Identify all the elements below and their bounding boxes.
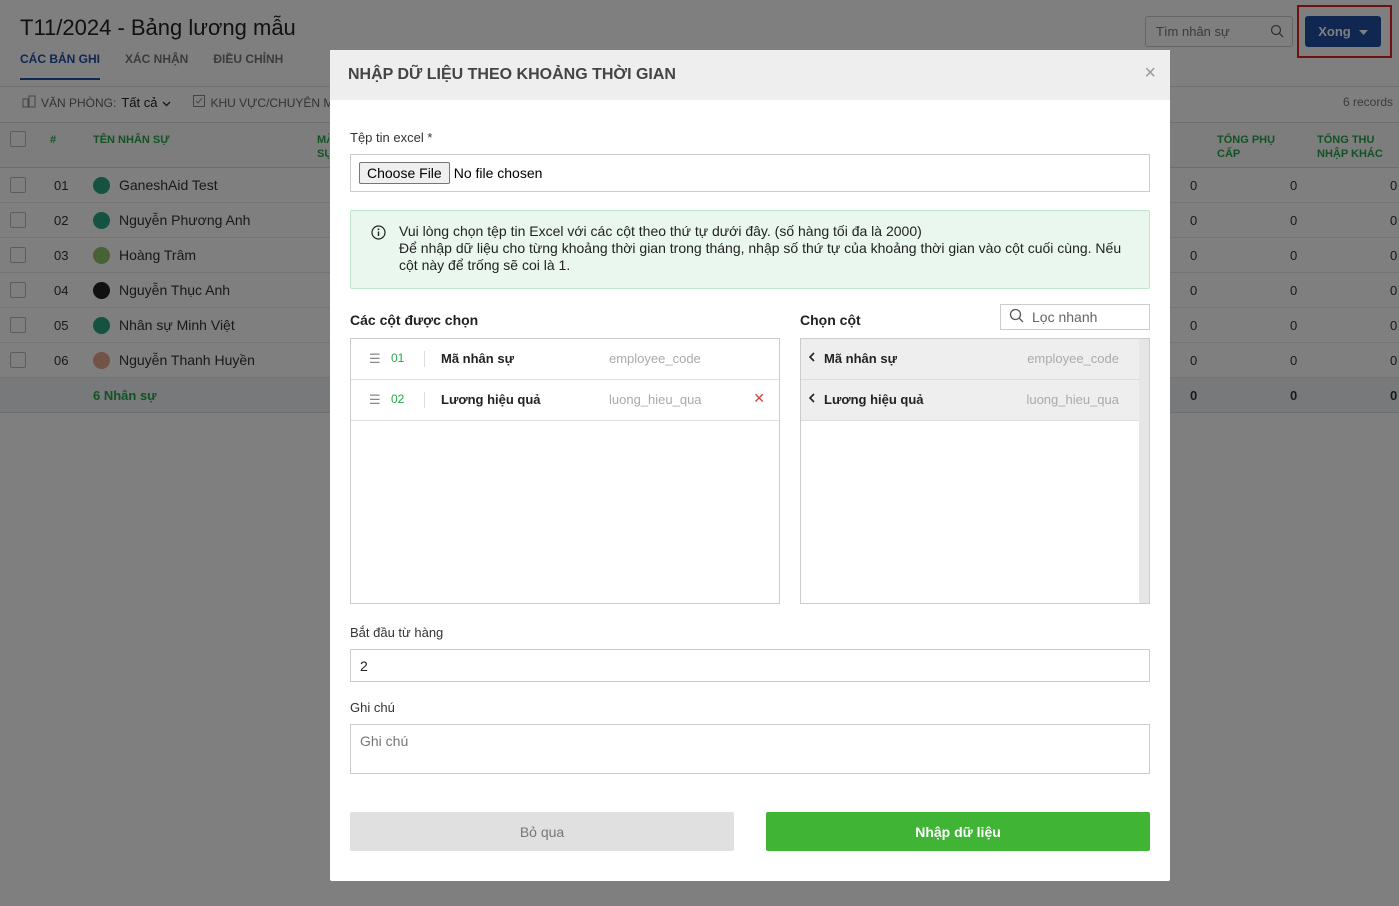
column-code: employee_code: [609, 351, 701, 366]
file-status: No file chosen: [453, 165, 543, 181]
list-item[interactable]: ☰ 01 Mã nhân sự employee_code: [351, 339, 779, 380]
file-input[interactable]: Choose File No file chosen: [350, 154, 1150, 192]
note-label: Ghi chú: [350, 700, 395, 715]
selected-columns-list: ☰ 01 Mã nhân sự employee_code ☰ 02 Lương…: [350, 338, 780, 604]
column-code: luong_hieu_qua: [609, 392, 702, 407]
list-item[interactable]: ☰ 02 Lương hiệu quả luong_hieu_qua ✕: [351, 380, 779, 421]
info-text-line1: Vui lòng chọn tệp tin Excel với các cột …: [399, 223, 922, 239]
column-index: 02: [391, 392, 405, 406]
list-item[interactable]: Lương hiệu quả luong_hieu_qua: [801, 380, 1139, 421]
column-code: luong_hieu_qua: [1026, 392, 1119, 407]
column-name: Mã nhân sự: [824, 351, 897, 366]
column-code: employee_code: [1027, 351, 1119, 366]
quick-filter-placeholder: Lọc nhanh: [1032, 309, 1098, 325]
column-index: 01: [391, 351, 405, 365]
choose-file-button[interactable]: Choose File: [359, 162, 450, 184]
import-button[interactable]: Nhập dữ liệu: [766, 812, 1150, 851]
divider: [424, 392, 425, 408]
scrollbar[interactable]: [1139, 339, 1149, 603]
list-item[interactable]: Mã nhân sự employee_code: [801, 339, 1139, 380]
selected-columns-title: Các cột được chọn: [350, 312, 479, 328]
quick-filter-field[interactable]: Lọc nhanh: [1000, 304, 1150, 330]
search-icon: [1009, 308, 1024, 326]
dialog-header: NHẬP DỮ LIỆU THEO KHOẢNG THỜI GIAN ×: [330, 50, 1170, 100]
import-dialog: NHẬP DỮ LIỆU THEO KHOẢNG THỜI GIAN × Tệp…: [330, 50, 1170, 881]
drag-handle-icon[interactable]: ☰: [369, 351, 381, 367]
remove-icon[interactable]: ✕: [753, 390, 765, 407]
available-columns-list: Mã nhân sự employee_code Lương hiệu quả …: [800, 338, 1150, 604]
info-icon: [371, 225, 386, 244]
chevron-left-icon[interactable]: [808, 350, 815, 365]
note-textarea[interactable]: [350, 724, 1150, 774]
cancel-button[interactable]: Bỏ qua: [350, 812, 734, 851]
column-name: Lương hiệu quả: [441, 392, 541, 407]
choose-columns-title: Chọn cột: [800, 312, 861, 328]
info-text-line2: Để nhập dữ liệu cho từng khoảng thời gia…: [399, 240, 1122, 273]
file-label: Tệp tin excel *: [350, 130, 433, 145]
start-row-label: Bắt đầu từ hàng: [350, 625, 444, 640]
close-icon[interactable]: ×: [1144, 62, 1156, 85]
column-name: Mã nhân sự: [441, 351, 514, 366]
start-row-input[interactable]: [350, 649, 1150, 682]
drag-handle-icon[interactable]: ☰: [369, 392, 381, 408]
column-name: Lương hiệu quả: [824, 392, 924, 407]
info-notice: Vui lòng chọn tệp tin Excel với các cột …: [350, 210, 1150, 289]
dialog-title: NHẬP DỮ LIỆU THEO KHOẢNG THỜI GIAN: [348, 66, 676, 83]
chevron-left-icon[interactable]: [808, 391, 815, 406]
divider: [424, 351, 425, 367]
